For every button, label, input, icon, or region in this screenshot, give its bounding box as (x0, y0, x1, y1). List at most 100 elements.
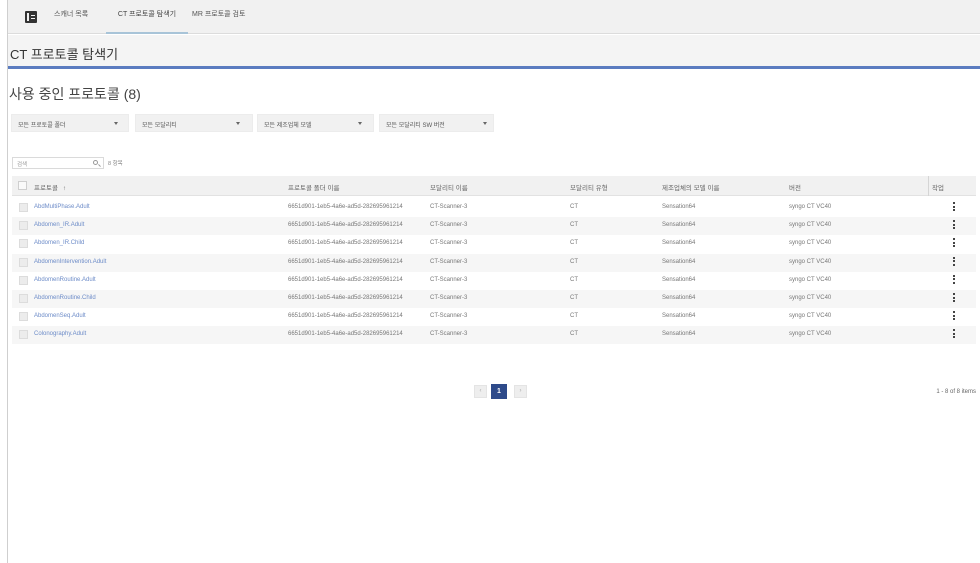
version-cell: syngo CT VC40 (789, 240, 832, 247)
manufacturer-model-filter-label: 모든 제조업체 모델 (264, 123, 312, 129)
menu-icon[interactable] (25, 11, 37, 23)
column-header-modality-type[interactable]: 모달리티 유형 (570, 182, 608, 192)
model-name-cell: Sensation64 (662, 276, 696, 283)
sw-version-filter[interactable]: 모든 모달리티 SW 버전 (379, 114, 494, 132)
previous-page-button[interactable]: ‹ (474, 385, 487, 398)
current-page-button[interactable]: 1 (491, 384, 507, 399)
protocol-name-link[interactable]: Abdomen_IR.Child (34, 240, 84, 246)
protocol-folder-cell: 6651d901-1eb5-4a6e-ad5d-282695961214 (288, 258, 403, 265)
column-header-version[interactable]: 버전 (789, 182, 801, 192)
version-cell: syngo CT VC40 (789, 258, 832, 265)
row-checkbox[interactable] (19, 312, 28, 322)
model-name-cell: Sensation64 (662, 240, 696, 247)
protocol-folder-cell: 6651d901-1eb5-4a6e-ad5d-282695961214 (288, 295, 403, 301)
modality-name-cell: CT-Scanner-3 (430, 204, 468, 210)
tab-scanner-list[interactable]: 스캐너 목록 (54, 9, 88, 34)
search-icon[interactable] (93, 160, 98, 165)
column-divider (928, 176, 929, 196)
tab-mr-protocol-review[interactable]: MR 프로토콜 검토 (192, 9, 245, 34)
table-row[interactable]: AbdomenRoutine.Child 6651d901-1eb5-4a6e-a… (12, 290, 976, 308)
search-placeholder: 검색 (17, 162, 28, 168)
table-row[interactable]: AbdomenRoutine.Adult 6651d901-1eb5-4a6e-a… (12, 272, 976, 290)
row-checkbox[interactable] (19, 294, 28, 303)
sw-version-filter-label: 모든 모달리티 SW 버전 (386, 123, 445, 129)
version-cell: syngo CT VC40 (789, 295, 832, 301)
protocol-name-link[interactable]: AbdomenRoutine.Adult (34, 277, 96, 283)
sort-ascending-icon: ↑ (62, 186, 66, 192)
protocol-folder-filter[interactable]: 모든 프로토콜 폴더 (11, 114, 129, 132)
protocol-folder-cell: 6651d901-1eb5-4a6e-ad5d-282695961214 (288, 276, 403, 283)
modality-type-cell: CT (570, 258, 578, 265)
kebab-menu-icon[interactable] (952, 202, 956, 214)
row-checkbox[interactable] (19, 275, 28, 285)
kebab-menu-icon[interactable] (952, 311, 956, 323)
version-cell: syngo CT VC40 (789, 222, 832, 229)
modality-type-cell: CT (570, 240, 578, 247)
search-input[interactable]: 검색 (12, 157, 104, 169)
column-header-protocol[interactable]: 프로토콜 ↑ (34, 182, 66, 192)
modality-name-cell: CT-Scanner-3 (430, 331, 468, 338)
protocol-name-link[interactable]: AbdomenIntervention.Adult (34, 259, 106, 265)
table-row[interactable]: AbdMultiPhase.Adult 6651d901-1eb5-4a6e-ad… (12, 199, 976, 217)
title-bar: CT 프로토콜 탐색기 (8, 35, 980, 69)
table-row[interactable]: AbdomenIntervention.Adult 6651d901-1eb5-4… (12, 253, 976, 272)
protocol-name-link[interactable]: AbdomenSeq.Adult (34, 313, 86, 319)
modality-filter[interactable]: 모든 모달리티 (135, 114, 253, 132)
protocol-folder-cell: 6651d901-1eb5-4a6e-ad5d-282695961214 (288, 222, 403, 229)
modality-type-cell: CT (570, 276, 578, 283)
protocol-folder-filter-label: 모든 프로토콜 폴더 (18, 123, 66, 129)
column-header-protocol-label: 프로토콜 (34, 185, 58, 192)
protocol-name-link[interactable]: Colonography.Adult (34, 331, 86, 337)
model-name-cell: Sensation64 (662, 204, 696, 210)
select-all-checkbox[interactable] (18, 181, 27, 190)
manufacturer-model-filter[interactable]: 모든 제조업체 모델 (257, 114, 374, 132)
protocol-name-link[interactable]: AbdomenRoutine.Child (34, 295, 96, 301)
modality-name-cell: CT-Scanner-3 (430, 240, 468, 247)
chevron-down-icon (236, 122, 240, 125)
kebab-menu-icon[interactable] (952, 238, 956, 250)
model-name-cell: Sensation64 (662, 295, 696, 301)
chevron-down-icon (358, 122, 362, 125)
table-row[interactable]: Abdomen_IR.Adult 6651d901-1eb5-4a6e-ad5d-… (12, 217, 976, 236)
row-checkbox[interactable] (19, 203, 28, 212)
table-row[interactable]: AbdomenSeq.Adult 6651d901-1eb5-4a6e-ad5d-… (12, 308, 976, 326)
kebab-menu-icon[interactable] (952, 256, 956, 269)
table-row[interactable]: Abdomen_IR.Child 6651d901-1eb5-4a6e-ad5d-… (12, 235, 976, 253)
next-page-button[interactable]: › (514, 385, 527, 398)
model-name-cell: Sensation64 (662, 222, 696, 229)
chevron-down-icon (114, 122, 118, 125)
modality-type-cell: CT (570, 295, 578, 301)
column-header-folder[interactable]: 프로토콜 폴더 이름 (288, 182, 339, 192)
kebab-menu-icon[interactable] (952, 274, 956, 287)
model-name-cell: Sensation64 (662, 258, 696, 265)
protocol-name-link[interactable]: AbdMultiPhase.Adult (34, 204, 90, 210)
tab-ct-protocol-explorer[interactable]: CT 프로토콜 탐색기 (106, 9, 188, 34)
row-checkbox[interactable] (19, 221, 28, 231)
kebab-menu-icon[interactable] (952, 329, 956, 341)
modality-name-cell: CT-Scanner-3 (430, 295, 468, 301)
protocol-folder-cell: 6651d901-1eb5-4a6e-ad5d-282695961214 (288, 204, 403, 210)
pagination-info: 1 - 8 of 8 items (936, 389, 976, 395)
protocol-name-link[interactable]: Abdomen_IR.Adult (34, 222, 84, 228)
item-count: 8 항목 (108, 161, 123, 167)
row-checkbox[interactable] (19, 330, 28, 340)
kebab-menu-icon[interactable] (952, 293, 956, 305)
modality-type-cell: CT (570, 313, 578, 320)
page-title: CT 프로토콜 탐색기 (10, 47, 119, 62)
version-cell: syngo CT VC40 (789, 276, 832, 283)
row-checkbox[interactable] (19, 257, 28, 267)
protocol-folder-cell: 6651d901-1eb5-4a6e-ad5d-282695961214 (288, 331, 403, 338)
model-name-cell: Sensation64 (662, 331, 696, 338)
modality-name-cell: CT-Scanner-3 (430, 222, 468, 229)
row-checkbox[interactable] (19, 239, 28, 249)
modality-name-cell: CT-Scanner-3 (430, 258, 468, 265)
column-header-modality-name[interactable]: 모달리티 이름 (430, 182, 468, 192)
kebab-menu-icon[interactable] (952, 220, 956, 232)
modality-name-cell: CT-Scanner-3 (430, 276, 468, 283)
section-title: 사용 중인 프로토콜 (8) (9, 86, 141, 102)
table-row[interactable]: Colonography.Adult 6651d901-1eb5-4a6e-ad5… (12, 326, 976, 345)
modality-name-cell: CT-Scanner-3 (430, 313, 468, 320)
column-header-model[interactable]: 제조업체의 모델 이름 (662, 182, 719, 192)
left-border (7, 0, 8, 563)
modality-type-cell: CT (570, 204, 578, 210)
